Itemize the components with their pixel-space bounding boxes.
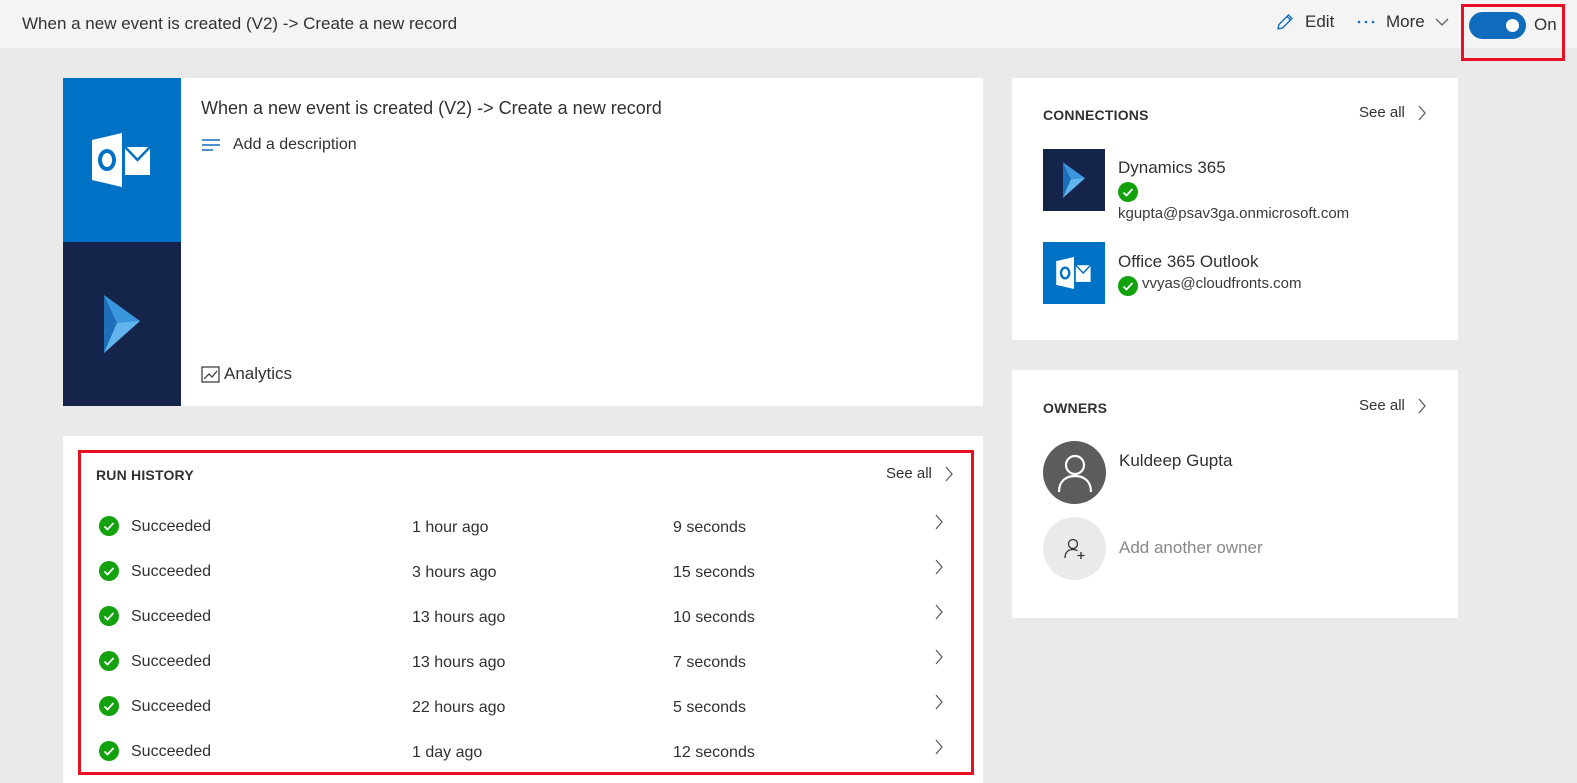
run-history-header: RUN HISTORY: [96, 467, 194, 483]
analytics-chart-icon: [201, 365, 220, 383]
run-row[interactable]: Succeeded 1 hour ago 9 seconds: [99, 513, 954, 543]
see-all-label: See all: [886, 465, 932, 482]
chevron-right-icon: [1418, 398, 1426, 413]
toggle-knob: [1506, 19, 1519, 32]
top-bar: When a new event is created (V2) -> Crea…: [0, 0, 1577, 61]
edit-button-label: Edit: [1305, 12, 1335, 31]
outlook-icon: [1056, 257, 1092, 289]
chevron-right-icon: [1418, 105, 1426, 120]
success-check-icon: [99, 606, 119, 626]
add-owner-label[interactable]: Add another owner: [1119, 538, 1263, 558]
run-row[interactable]: Succeeded 22 hours ago 5 seconds: [99, 693, 954, 723]
connections-header: CONNECTIONS: [1043, 107, 1149, 123]
run-status: Succeeded: [131, 743, 212, 760]
outlook-icon: [92, 133, 151, 187]
owners-header: OWNERS: [1043, 400, 1108, 416]
connections-card: CONNECTIONS See all Dynamics 365 kgupta@…: [1012, 78, 1458, 340]
see-all-label: See all: [1359, 397, 1405, 414]
run-row[interactable]: Succeeded 3 hours ago 15 seconds: [99, 558, 954, 588]
see-all-label: See all: [1359, 104, 1405, 121]
edit-button[interactable]: Edit: [1275, 12, 1334, 32]
run-duration: 9 seconds: [673, 519, 746, 536]
person-icon: [1057, 454, 1092, 492]
owner-name: Kuldeep Gupta: [1119, 451, 1233, 470]
run-status: Succeeded: [131, 518, 212, 535]
connected-check-icon: [1118, 276, 1138, 296]
run-time: 3 hours ago: [412, 564, 497, 581]
add-owner-button[interactable]: [1043, 517, 1106, 580]
owners-see-all[interactable]: See all: [1359, 397, 1427, 414]
success-check-icon: [99, 561, 119, 581]
success-check-icon: [99, 741, 119, 761]
add-description-link[interactable]: Add a description: [201, 136, 357, 154]
flow-title-breadcrumb: When a new event is created (V2) -> Crea…: [22, 14, 458, 33]
connection-name: Dynamics 365: [1118, 158, 1226, 177]
analytics-label: Analytics: [224, 364, 293, 383]
run-status: Succeeded: [131, 608, 212, 625]
owners-card: OWNERS See all Kuldeep Gupta Add another…: [1012, 370, 1458, 618]
add-person-icon: [1063, 538, 1084, 559]
flow-details-card: When a new event is created (V2) -> Crea…: [63, 78, 983, 406]
analytics-link[interactable]: Analytics: [201, 364, 292, 384]
dynamics-logo: [1043, 149, 1105, 211]
pencil-icon: [1277, 14, 1293, 30]
connection-account: kgupta@psav3ga.onmicrosoft.com: [1118, 205, 1350, 222]
connection-item[interactable]: Office 365 Outlook vvyas@cloudfronts.com: [1043, 242, 1433, 306]
success-check-icon: [99, 651, 119, 671]
dynamics-365-icon: [104, 295, 140, 353]
ellipsis-icon: [1357, 20, 1375, 24]
dynamics-365-icon: [1062, 162, 1086, 198]
connection-account: vvyas@cloudfronts.com: [1142, 275, 1302, 292]
run-time: 1 hour ago: [412, 519, 489, 536]
run-row[interactable]: Succeeded 1 day ago 12 seconds: [99, 738, 954, 768]
run-status: Succeeded: [131, 698, 212, 715]
chevron-right-icon: [935, 514, 943, 530]
connections-see-all[interactable]: See all: [1359, 104, 1427, 121]
flow-toggle-highlight: On: [1461, 4, 1565, 61]
run-status: Succeeded: [131, 653, 212, 670]
connected-check-icon: [1118, 182, 1138, 202]
chevron-right-icon: [935, 739, 943, 755]
flow-name: When a new event is created (V2) -> Crea…: [201, 98, 662, 118]
chevron-right-icon: [935, 604, 943, 620]
run-row[interactable]: Succeeded 13 hours ago 7 seconds: [99, 648, 954, 678]
chevron-down-icon: [1435, 18, 1449, 26]
run-history-see-all[interactable]: See all: [886, 465, 954, 482]
connection-item[interactable]: Dynamics 365 kgupta@psav3ga.onmicrosoft.…: [1043, 149, 1433, 222]
outlook-logo: [1043, 242, 1105, 304]
run-duration: 15 seconds: [673, 564, 755, 581]
chevron-right-icon: [935, 649, 943, 665]
add-description-label: Add a description: [233, 136, 357, 153]
flow-on-off-toggle[interactable]: [1469, 12, 1526, 39]
success-check-icon: [99, 516, 119, 536]
run-time: 13 hours ago: [412, 609, 506, 626]
run-history-highlight: RUN HISTORY See all Succeeded 1 hour ago…: [78, 450, 974, 775]
more-button[interactable]: More: [1356, 12, 1451, 32]
chevron-right-icon: [935, 559, 943, 575]
chevron-right-icon: [935, 694, 943, 710]
more-button-label: More: [1386, 12, 1425, 31]
run-row[interactable]: Succeeded 13 hours ago 10 seconds: [99, 603, 954, 633]
run-time: 22 hours ago: [412, 699, 506, 716]
run-duration: 10 seconds: [673, 609, 755, 626]
success-check-icon: [99, 696, 119, 716]
run-status: Succeeded: [131, 563, 212, 580]
toggle-label: On: [1534, 15, 1557, 34]
chevron-right-icon: [945, 466, 953, 481]
owner-avatar: [1043, 441, 1106, 504]
outlook-tile: [63, 78, 181, 242]
run-duration: 5 seconds: [673, 699, 746, 716]
dynamics-tile: [63, 242, 181, 406]
run-duration: 12 seconds: [673, 744, 755, 761]
run-duration: 7 seconds: [673, 654, 746, 671]
text-lines-icon: [202, 139, 220, 151]
run-time: 13 hours ago: [412, 654, 506, 671]
run-time: 1 day ago: [412, 744, 483, 761]
connection-name: Office 365 Outlook: [1118, 252, 1259, 271]
